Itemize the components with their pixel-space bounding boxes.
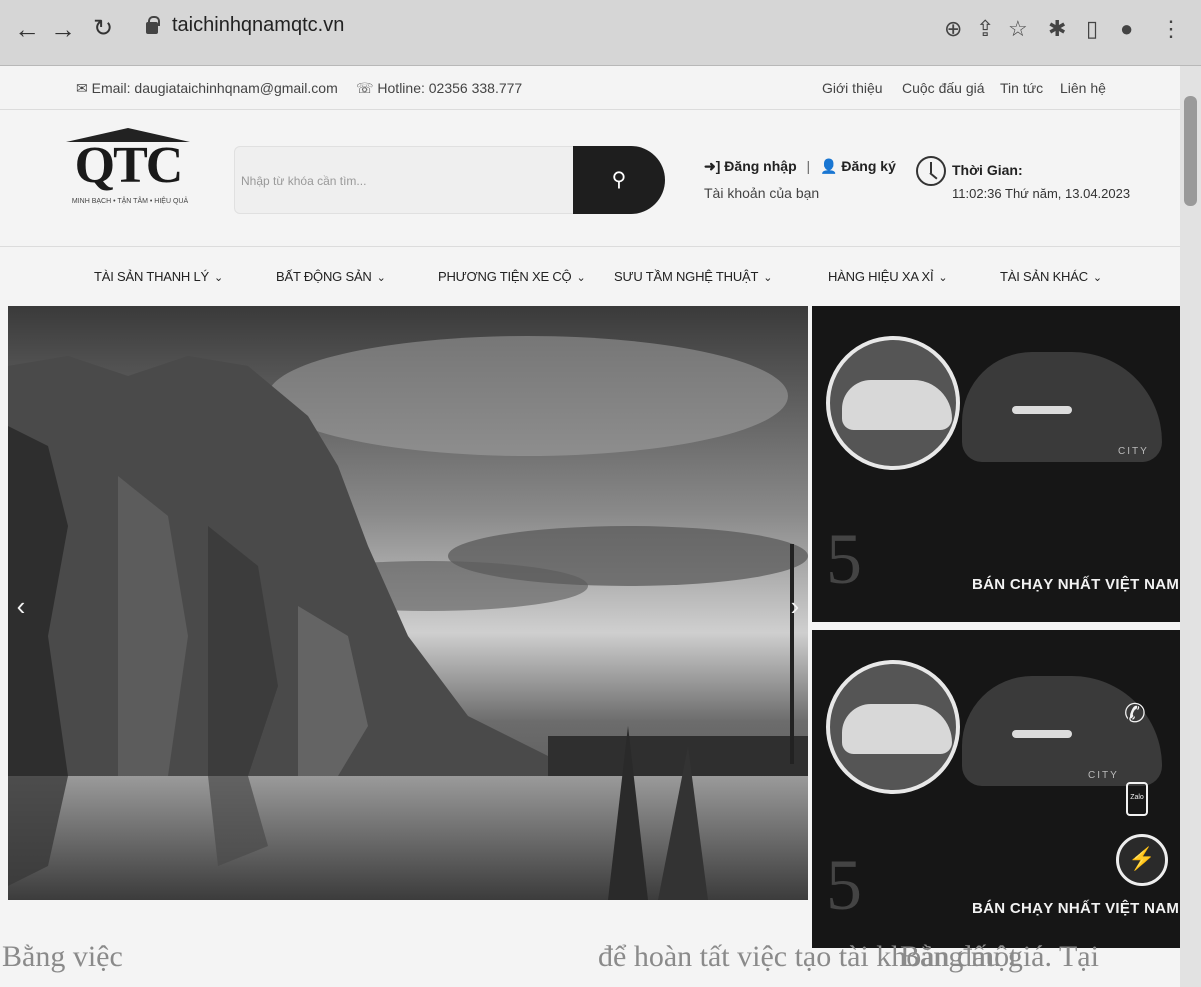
divider: | <box>806 158 811 174</box>
promo-banner[interactable]: 5 BÁN CHẠY NHẤT VIỆT NAM CITY <box>812 306 1180 622</box>
phone-call-icon[interactable]: ✆ <box>1124 698 1146 729</box>
email-text[interactable]: ✉ Email: daugiataichinhqnam@gmail.com <box>76 80 338 97</box>
main-nav: TÀI SẢN THANH LÝ ⌄ BẤT ĐỘNG SẢN ⌄ PHƯƠNG T… <box>0 246 1180 306</box>
link-gioi-thieu[interactable]: Giới thiệu <box>822 80 883 96</box>
preview-text-left: Bằng việc <box>2 940 123 973</box>
banner-caption: BÁN CHẠY NHẤT VIỆT NAM <box>972 900 1180 917</box>
chevron-down-icon: ⌄ <box>214 272 224 284</box>
top-info-bar: ✉ Email: daugiataichinhqnam@gmail.com ☏ … <box>0 66 1180 110</box>
mail-icon: ✉ <box>76 80 92 96</box>
browser-toolbar: ← → ↻ taichinhqnamqtc.vn ⊕ ⇪ ☆ ✱ ▯ ● ⋮ <box>0 0 1201 66</box>
banner-caption: BÁN CHẠY NHẤT VIỆT NAM <box>972 576 1180 593</box>
nav-label: TÀI SẢN KHÁC <box>1000 269 1088 284</box>
slider-prev-arrow[interactable]: ‹ <box>10 591 32 621</box>
car-model-label: CITY <box>1118 446 1149 457</box>
chevron-down-icon: ⌄ <box>576 272 586 284</box>
nav-bat-dong-san[interactable]: BẤT ĐỘNG SẢN ⌄ <box>276 269 386 284</box>
time-value: 11:02:36 Thứ năm, 13.04.2023 <box>952 186 1131 201</box>
chevron-down-icon: ⌄ <box>763 272 773 284</box>
nav-tai-san-khac[interactable]: TÀI SẢN KHÁC ⌄ <box>1000 269 1102 284</box>
web-page: ✉ Email: daugiataichinhqnam@gmail.com ☏ … <box>0 66 1180 987</box>
banner-number: 5 <box>826 519 862 599</box>
landscape-image <box>8 306 808 900</box>
nav-label: SƯU TẦM NGHỆ THUẬT <box>614 269 759 284</box>
slider-next-arrow[interactable]: › <box>784 591 806 621</box>
preview-text-right: Bằng một <box>900 940 1018 973</box>
reload-icon[interactable]: ↻ <box>90 14 116 44</box>
login-link[interactable]: ➜] Đăng nhập <box>704 158 797 174</box>
star-icon[interactable]: ☆ <box>1008 14 1028 44</box>
lock-icon[interactable] <box>146 16 160 34</box>
back-icon[interactable]: ← <box>14 14 40 44</box>
nav-label: HÀNG HIỆU XA XỈ <box>828 269 934 284</box>
search-icon: ⚲ <box>611 169 627 191</box>
preview-text-middle: để hoàn tất việc tạo tài khoản đấu giá. … <box>598 940 1099 973</box>
login-icon: ➜] <box>704 158 725 174</box>
sidepanel-icon[interactable]: ▯ <box>1086 14 1098 44</box>
account-area: ➜] Đăng nhập | 👤 Đăng ký Tài khoản của b… <box>704 158 896 201</box>
hotline-label: Hotline: 02356 338.777 <box>377 80 523 96</box>
scrollbar-thumb[interactable] <box>1184 96 1197 206</box>
phone-icon: ☏ <box>356 80 378 96</box>
hero-slider[interactable]: ‹ › <box>8 306 808 900</box>
messenger-icon[interactable]: ⚡ <box>1116 834 1168 886</box>
search-box <box>234 146 574 214</box>
banner-number: 5 <box>826 845 862 925</box>
menu-icon[interactable]: ⋮ <box>1160 14 1182 44</box>
zalo-icon[interactable]: Zalo <box>1126 782 1148 816</box>
time-label: Thời Gian: <box>952 162 1023 178</box>
nav-suu-tam-nghe-thuat[interactable]: SƯU TẦM NGHỆ THUẬT ⌄ <box>614 269 772 284</box>
account-subtitle: Tài khoản của bạn <box>704 185 820 201</box>
clock-icon <box>916 156 946 186</box>
car-light <box>1012 730 1072 738</box>
nav-label: PHƯƠNG TIỆN XE CỘ <box>438 269 572 284</box>
login-label: Đăng nhập <box>724 158 797 174</box>
nav-label: TÀI SẢN THANH LÝ <box>94 269 210 284</box>
chevron-down-icon: ⌄ <box>1092 272 1102 284</box>
link-tin-tuc[interactable]: Tin tức <box>1000 80 1043 96</box>
car-circle-image <box>826 660 960 794</box>
site-logo[interactable]: QTC MINH BẠCH • TẬN TÂM • HIỆU QUẢ <box>62 128 198 214</box>
zoom-icon[interactable]: ⊕ <box>944 14 962 44</box>
nav-phuong-tien-xe-co[interactable]: PHƯƠNG TIỆN XE CỘ ⌄ <box>438 269 586 284</box>
link-cuoc-dau-gia[interactable]: Cuộc đấu giá <box>902 80 985 96</box>
logo-letters: QTC <box>74 137 184 194</box>
register-label: Đăng ký <box>841 158 896 174</box>
email-label: Email: daugiataichinhqnam@gmail.com <box>91 80 338 96</box>
chevron-down-icon: ⌄ <box>376 272 386 284</box>
hotline-text[interactable]: ☏ Hotline: 02356 338.777 <box>356 80 522 97</box>
page-scrollbar[interactable] <box>1180 66 1201 987</box>
profile-icon[interactable]: ● <box>1120 14 1133 44</box>
nav-hang-hieu-xa-xi[interactable]: HÀNG HIỆU XA XỈ ⌄ <box>828 269 948 284</box>
forward-icon[interactable]: → <box>50 14 76 44</box>
user-plus-icon: 👤 <box>820 158 842 174</box>
car-model-label: CITY <box>1088 770 1119 781</box>
address-bar-url[interactable]: taichinhqnamqtc.vn <box>172 14 344 37</box>
extensions-icon[interactable]: ✱ <box>1048 14 1066 44</box>
nav-tai-san-thanh-ly[interactable]: TÀI SẢN THANH LÝ ⌄ <box>94 269 223 284</box>
register-link[interactable]: 👤 Đăng ký <box>820 158 896 174</box>
content-preview: Bằng việc để hoàn tất việc tạo tài khoản… <box>0 916 1180 987</box>
search-button[interactable]: ⚲ <box>573 146 665 214</box>
link-lien-he[interactable]: Liên hệ <box>1060 80 1106 96</box>
search-input[interactable] <box>241 169 561 193</box>
promo-banner[interactable]: 5 BÁN CHẠY NHẤT VIỆT NAM CITY <box>812 630 1180 948</box>
logo-tagline: MINH BẠCH • TẬN TÂM • HIỆU QUẢ <box>71 198 189 205</box>
share-icon[interactable]: ⇪ <box>976 14 994 44</box>
car-light <box>1012 406 1072 414</box>
car-circle-image <box>826 336 960 470</box>
chevron-down-icon: ⌄ <box>938 272 948 284</box>
nav-label: BẤT ĐỘNG SẢN <box>276 269 372 284</box>
